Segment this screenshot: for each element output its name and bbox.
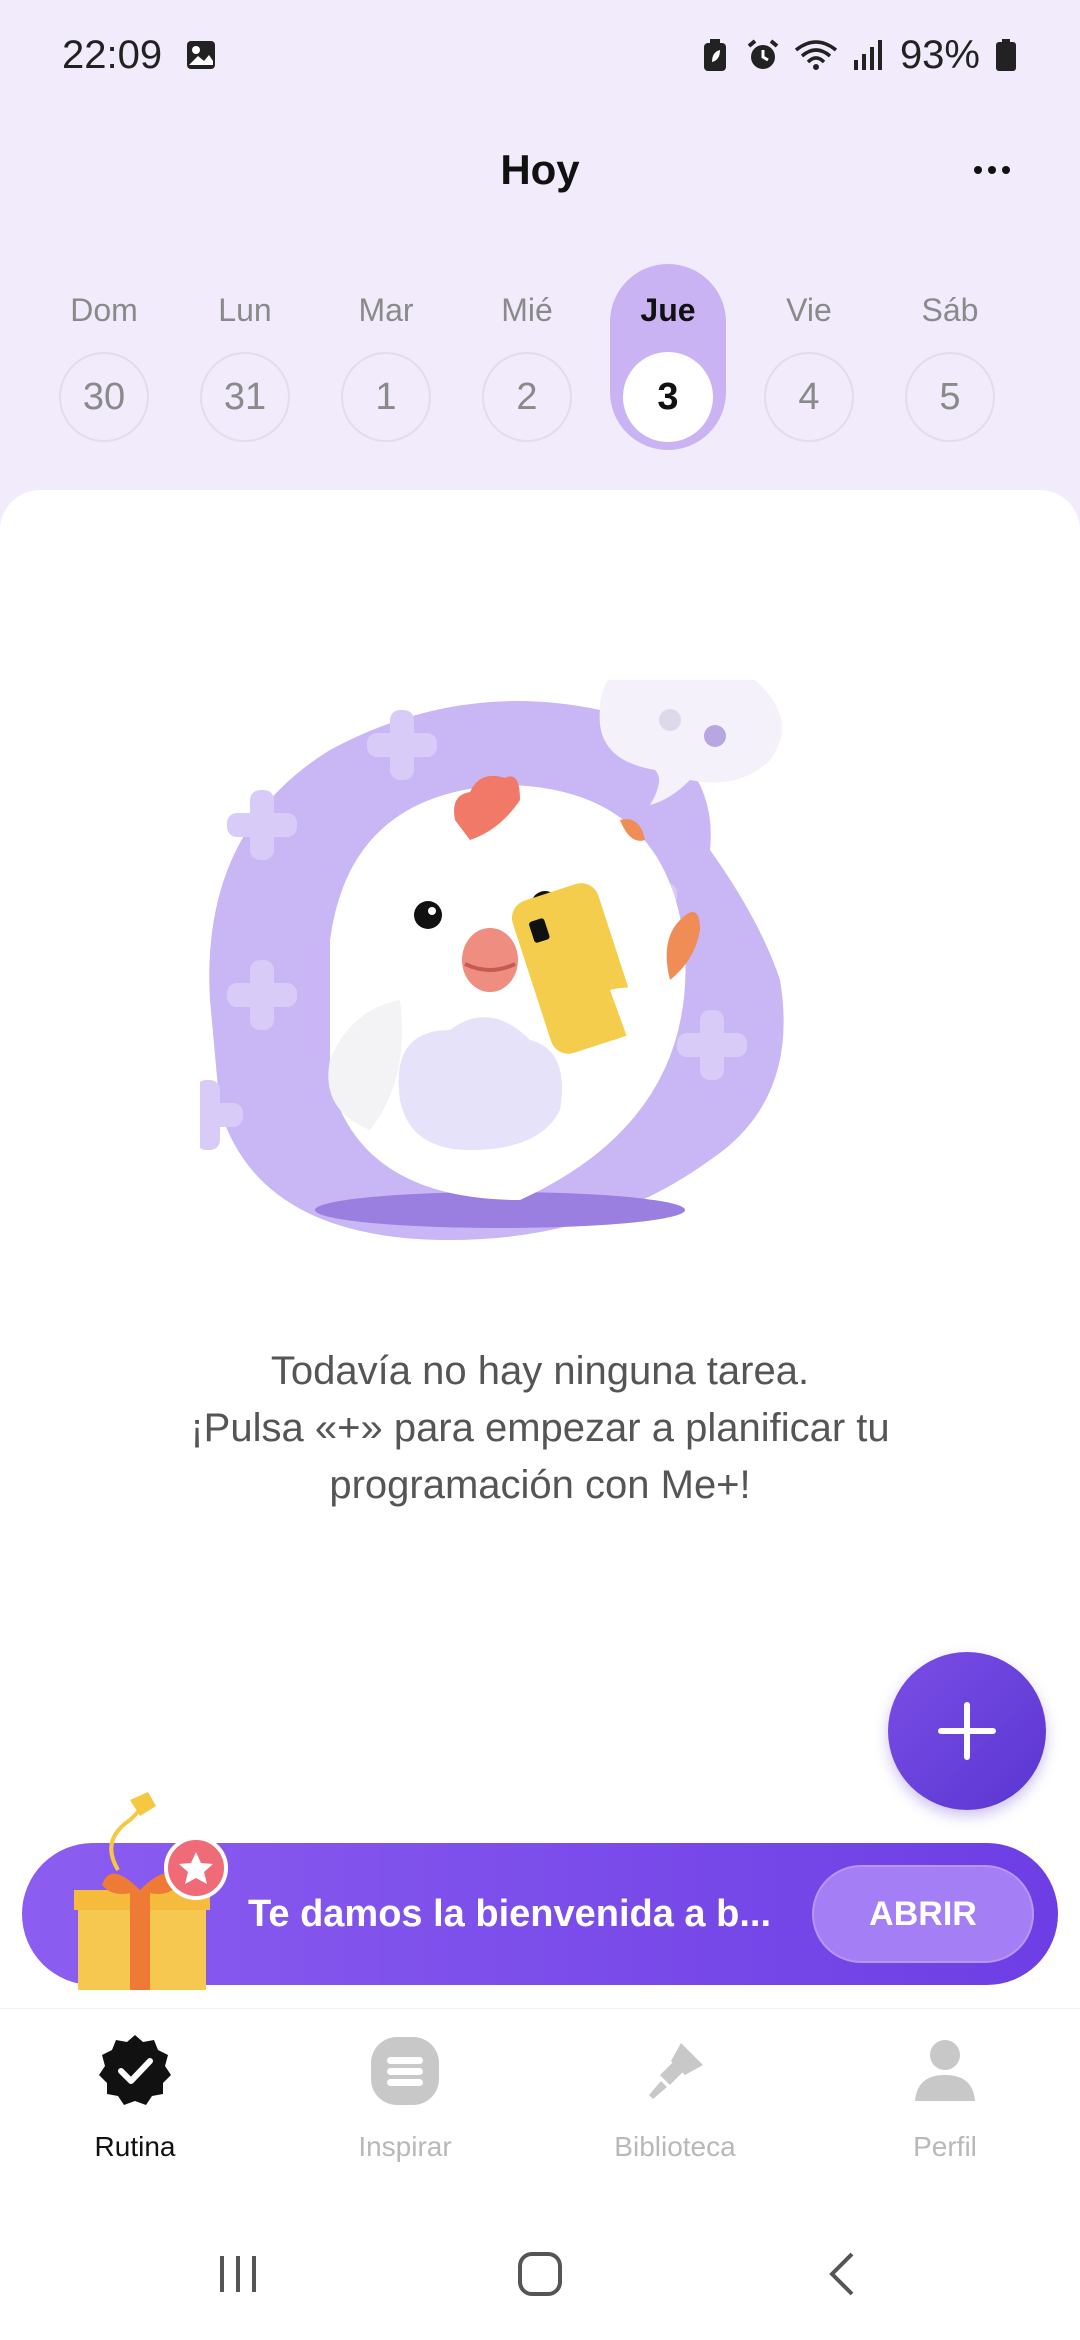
signal-icon — [852, 38, 886, 72]
day-number: 31 — [200, 352, 290, 442]
open-button[interactable]: ABRIR — [812, 1865, 1034, 1963]
bottom-navigation: Rutina Inspirar Biblioteca Perfil — [0, 2008, 1080, 2208]
nav-label: Perfil — [913, 2131, 977, 2162]
day-name: Sáb — [921, 292, 979, 328]
person-icon — [905, 2031, 985, 2111]
add-task-button[interactable] — [888, 1652, 1046, 1810]
system-navigation-bar — [0, 2208, 1080, 2340]
empty-state-message: Todavía no hay ninguna tarea. ¡Pulsa «+»… — [90, 1343, 990, 1514]
nav-item-rutina[interactable]: Rutina — [0, 2009, 270, 2208]
day-wed[interactable]: Mié 2 — [469, 264, 585, 450]
battery-saver-icon — [698, 38, 732, 72]
day-number: 30 — [59, 352, 149, 442]
status-bar: 22:09 93% — [0, 0, 1080, 110]
day-name: Mar — [358, 292, 414, 328]
day-sun[interactable]: Dom 30 — [46, 264, 162, 450]
page-title: Hoy — [500, 146, 580, 193]
day-name: Lun — [218, 292, 272, 328]
day-tue[interactable]: Mar 1 — [328, 264, 444, 450]
battery-percent: 93% — [899, 32, 980, 77]
check-badge-icon — [95, 2031, 175, 2111]
empty-state-line: programación con Me+! — [329, 1463, 751, 1507]
plus-icon — [938, 1702, 996, 1760]
empty-state-line: ¡Pulsa «+» para empezar a planificar tu — [190, 1406, 890, 1450]
home-button[interactable] — [480, 2208, 600, 2340]
day-name: Mié — [501, 292, 553, 328]
home-icon — [518, 2252, 562, 2296]
brush-icon — [635, 2031, 715, 2111]
day-name: Dom — [70, 292, 138, 328]
day-name: Vie — [786, 292, 832, 328]
day-number: 1 — [341, 352, 431, 442]
status-time: 22:09 — [62, 32, 163, 77]
wifi-icon — [794, 38, 838, 72]
recent-apps-button[interactable] — [178, 2208, 298, 2340]
nav-label: Biblioteca — [614, 2131, 736, 2162]
day-number: 3 — [623, 352, 713, 442]
banner-text: Te damos la bienvenida a b... — [248, 1893, 772, 1935]
recent-apps-icon — [220, 2256, 256, 2292]
day-mon[interactable]: Lun 31 — [187, 264, 303, 450]
nav-label: Rutina — [94, 2131, 176, 2162]
day-number: 2 — [482, 352, 572, 442]
nav-label: Inspirar — [358, 2131, 452, 2162]
more-options-button[interactable] — [966, 148, 1018, 192]
battery-icon — [994, 38, 1018, 72]
nav-item-biblioteca[interactable]: Biblioteca — [540, 2009, 810, 2208]
back-icon — [829, 2252, 854, 2296]
day-thu-selected[interactable]: Jue 3 — [610, 264, 726, 450]
day-fri[interactable]: Vie 4 — [751, 264, 867, 450]
nav-item-inspirar[interactable]: Inspirar — [270, 2009, 540, 2208]
week-selector: Dom 30 Lun 31 Mar 1 Mié 2 Jue 3 Vie 4 Sá… — [0, 264, 1080, 454]
alarm-icon — [746, 38, 780, 72]
back-button[interactable] — [782, 2208, 902, 2340]
gift-icon — [60, 1790, 240, 1990]
day-number: 5 — [905, 352, 995, 442]
day-name: Jue — [640, 292, 696, 328]
header: Hoy — [0, 130, 1080, 210]
list-icon — [365, 2031, 445, 2111]
nav-item-perfil[interactable]: Perfil — [810, 2009, 1080, 2208]
empty-state-line: Todavía no hay ninguna tarea. — [270, 1349, 810, 1393]
image-icon — [184, 38, 218, 72]
empty-state-illustration — [173, 653, 890, 1280]
day-sat[interactable]: Sáb 5 — [892, 264, 1008, 450]
day-number: 4 — [764, 352, 854, 442]
more-horizontal-icon — [974, 166, 982, 174]
